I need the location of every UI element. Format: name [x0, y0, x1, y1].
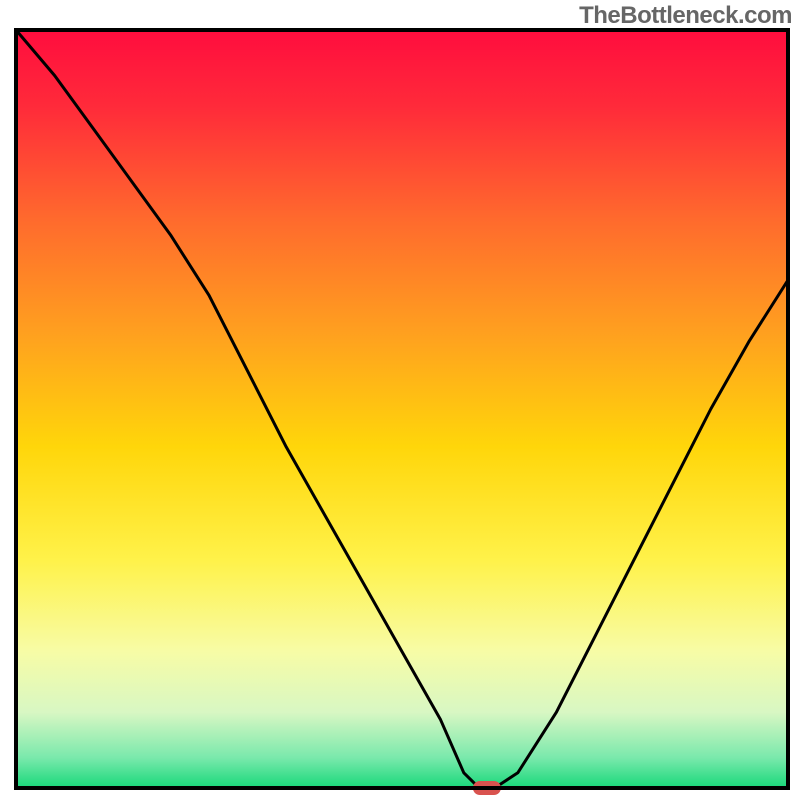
- bottleneck-chart: TheBottleneck.com: [0, 0, 800, 800]
- watermark-label: TheBottleneck.com: [579, 2, 792, 30]
- plot-background: [16, 30, 788, 788]
- chart-canvas: [0, 0, 800, 800]
